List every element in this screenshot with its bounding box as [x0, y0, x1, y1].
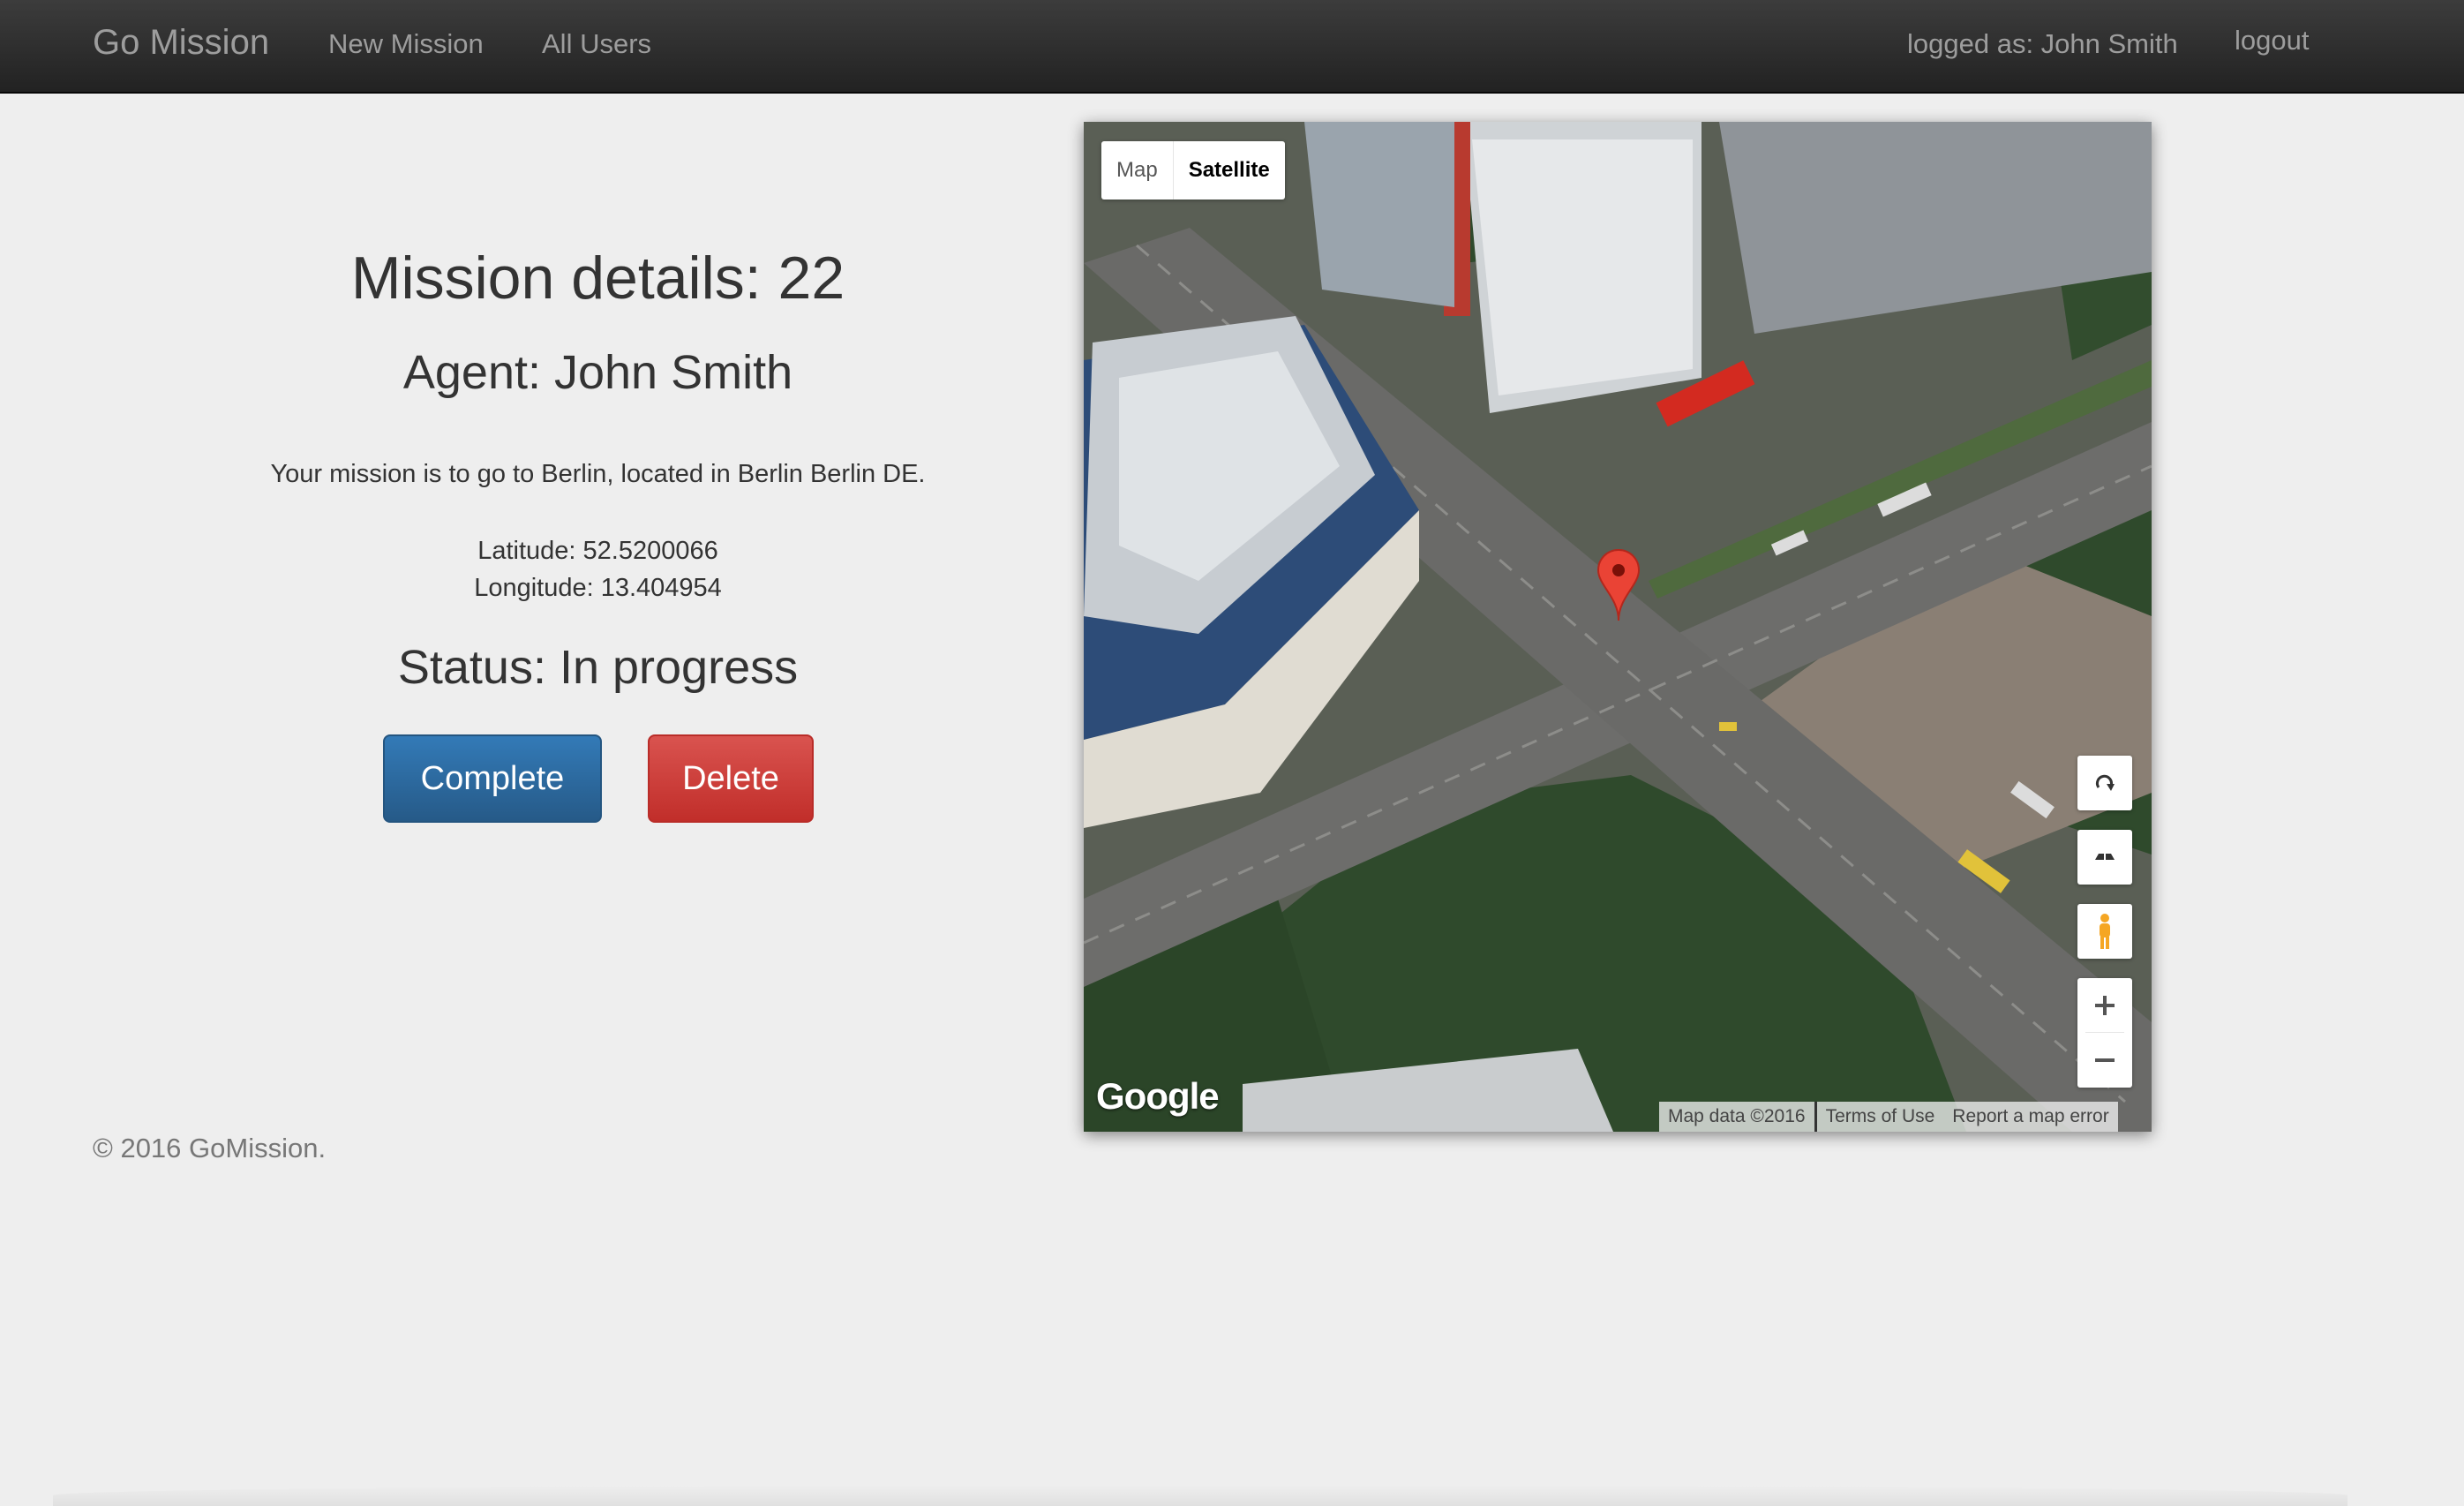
navbar: Go Mission New Mission All Users logged … [0, 0, 2464, 94]
terms-of-use-link[interactable]: Terms of Use [1814, 1102, 1944, 1132]
rotate-button[interactable] [2077, 756, 2132, 810]
mission-title: Mission details: 22 [350, 245, 845, 312]
brand-link[interactable]: Go Mission [93, 23, 269, 63]
latitude-text: Latitude: 52.5200066 [477, 537, 718, 565]
pegman-button[interactable] [2077, 904, 2132, 959]
satellite-imagery [1084, 122, 2152, 1132]
map-marker-icon[interactable] [1596, 548, 1641, 622]
footer: © 2016 GoMission. [93, 1133, 327, 1163]
map-attribution: Map data ©2016 Terms of Use Report a map… [1659, 1102, 2118, 1132]
tilt-icon [2095, 854, 2115, 860]
coordinates: Latitude: 52.5200066 Longitude: 13.40495… [177, 532, 1019, 606]
zoom-in-icon [2095, 995, 2115, 1015]
google-logo: Google [1096, 1075, 1220, 1117]
report-map-error-link[interactable]: Report a map error [1943, 1102, 2118, 1132]
zoom-out-button[interactable] [2077, 1033, 2132, 1087]
agent-name: Agent: John Smith [402, 346, 793, 399]
map-type-map[interactable]: Map [1101, 141, 1173, 200]
pegman-icon [2100, 914, 2110, 949]
map-type-satellite[interactable]: Satellite [1172, 141, 1285, 200]
zoom-out-icon [2095, 1058, 2115, 1062]
zoom-control [2077, 978, 2132, 1088]
mission-description: Your mission is to go to Berlin, located… [270, 460, 926, 488]
page-bottom-shadow [53, 1485, 2348, 1506]
map-data-text: Map data ©2016 [1659, 1102, 1814, 1132]
nav-all-users[interactable]: All Users [542, 28, 651, 60]
delete-button[interactable]: Delete [648, 734, 814, 823]
map-type-control: Map Satellite [1101, 141, 1285, 200]
logout-link[interactable]: logout [2235, 25, 2309, 56]
complete-button[interactable]: Complete [383, 734, 602, 823]
mission-status: Status: In progress [397, 641, 799, 694]
map-view[interactable]: Map Satellite Google Map data ©2016 Term… [1084, 122, 2152, 1132]
logged-as-label: logged as: John Smith [1907, 28, 2178, 59]
tilt-button[interactable] [2077, 830, 2132, 885]
nav-new-mission[interactable]: New Mission [328, 28, 484, 60]
longitude-text: Longitude: 13.404954 [474, 574, 722, 602]
zoom-in-button[interactable] [2077, 978, 2132, 1032]
rotate-icon [2095, 774, 2115, 791]
